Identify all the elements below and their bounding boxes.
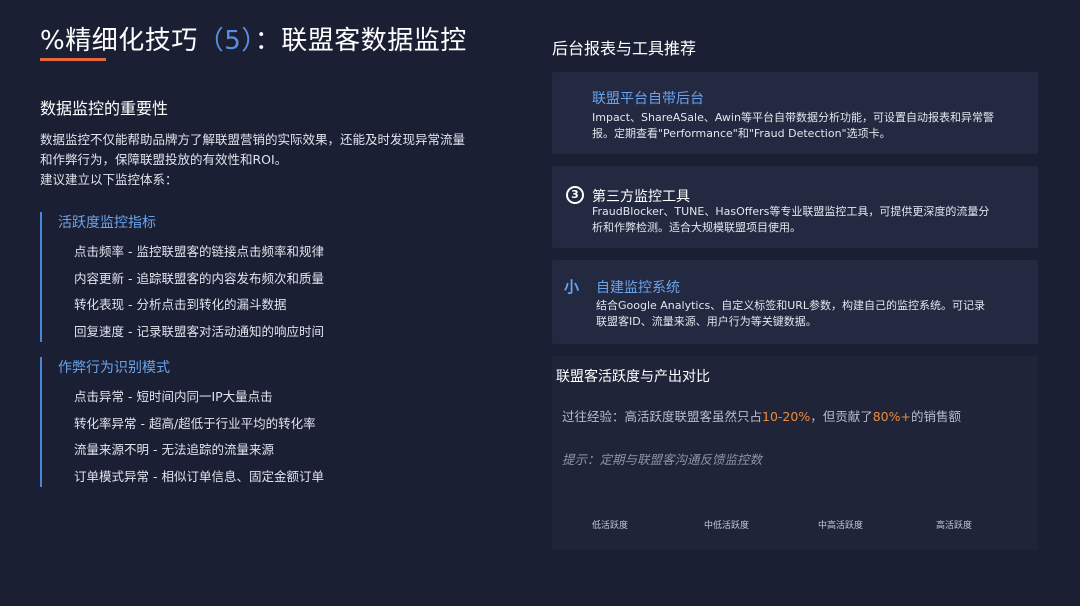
list-item: 订单模式异常 - 相似订单信息、固定金额订单: [74, 468, 324, 484]
card-title: 第三方监控工具: [592, 189, 690, 205]
activity-output-comparison: 联盟客活跃度与产出对比 过往经验：高活跃度联盟客虽然只占10-20%，但贡献了8…: [552, 356, 1038, 550]
card-body: FraudBlocker、TUNE、HasOffers等专业联盟监控工具，可提供…: [592, 205, 990, 234]
list-item: 点击频率 - 监控联盟客的链接点击频率和规律: [74, 244, 324, 259]
group-title: 活跃度监控指标: [58, 215, 156, 231]
list-item: 内容更新 - 追踪联盟客的内容发布频次和质量: [74, 270, 324, 286]
platform-backend-card: 联盟平台自带后台 Impact、ShareASale、Awin等平台自带数据分析…: [552, 72, 1038, 154]
list-item: 流量来源不明 - 无法追踪的流量来源: [74, 442, 274, 457]
axis-label-mid-high: 中高活跃度: [818, 521, 864, 531]
intro-text: 数据监控不仅能帮助品牌方了解联盟营销的实际效果，还能及时发现异常流量 和作弊行为…: [40, 132, 466, 187]
title-number: （5）: [197, 26, 255, 56]
card-title: 联盟平台自带后台: [592, 91, 704, 107]
comparison-title: 联盟客活跃度与产出对比: [556, 369, 710, 385]
number-three-icon: 3: [566, 186, 584, 204]
activity-metrics-group: 活跃度监控指标 点击频率 - 监控联盟客的链接点击频率和规律 内容更新 - 追踪…: [40, 212, 324, 342]
third-party-tools-card: 3 第三方监控工具 FraudBlocker、TUNE、HasOffers等专业…: [552, 166, 1038, 248]
small-character-icon: 小: [564, 278, 580, 296]
card-body: 结合Google Analytics、自定义标签和URL参数，构建自己的监控系统…: [596, 299, 986, 328]
axis-label-low: 低活跃度: [592, 521, 629, 531]
axis-label-high: 高活跃度: [936, 521, 973, 531]
axis-label-mid-low: 中低活跃度: [704, 521, 750, 531]
list-item: 转化表现 - 分析点击到转化的漏斗数据: [74, 297, 287, 312]
importance-heading: 数据监控的重要性: [40, 99, 169, 118]
title-underline: [40, 58, 106, 61]
tip-text: 提示：定期与联盟客沟通反馈监控数: [562, 452, 763, 467]
card-title: 自建监控系统: [596, 280, 680, 296]
list-item: 点击异常 - 短时间内同一IP大量点击: [74, 389, 273, 404]
list-item: 回复速度 - 记录联盟客对活动通知的响应时间: [74, 323, 324, 339]
card-body: Impact、ShareASale、Awin等平台自带数据分析功能，可设置自动报…: [592, 111, 994, 140]
tools-heading: 后台报表与工具推荐: [552, 39, 697, 58]
group-title: 作弊行为识别模式: [58, 360, 170, 376]
self-built-system-card: 小 自建监控系统 结合Google Analytics、自定义标签和URL参数，…: [552, 260, 1038, 344]
fraud-patterns-group: 作弊行为识别模式 点击异常 - 短时间内同一IP大量点击 转化率异常 - 超高/…: [40, 357, 324, 487]
page-title: %精细化技巧（5）：联盟客数据监控: [40, 26, 467, 56]
experience-text: 过往经验：高活跃度联盟客虽然只占10-20%，但贡献了80%+的销售额: [562, 409, 962, 424]
list-item: 转化率异常 - 超高/超低于行业平均的转化率: [74, 415, 316, 431]
